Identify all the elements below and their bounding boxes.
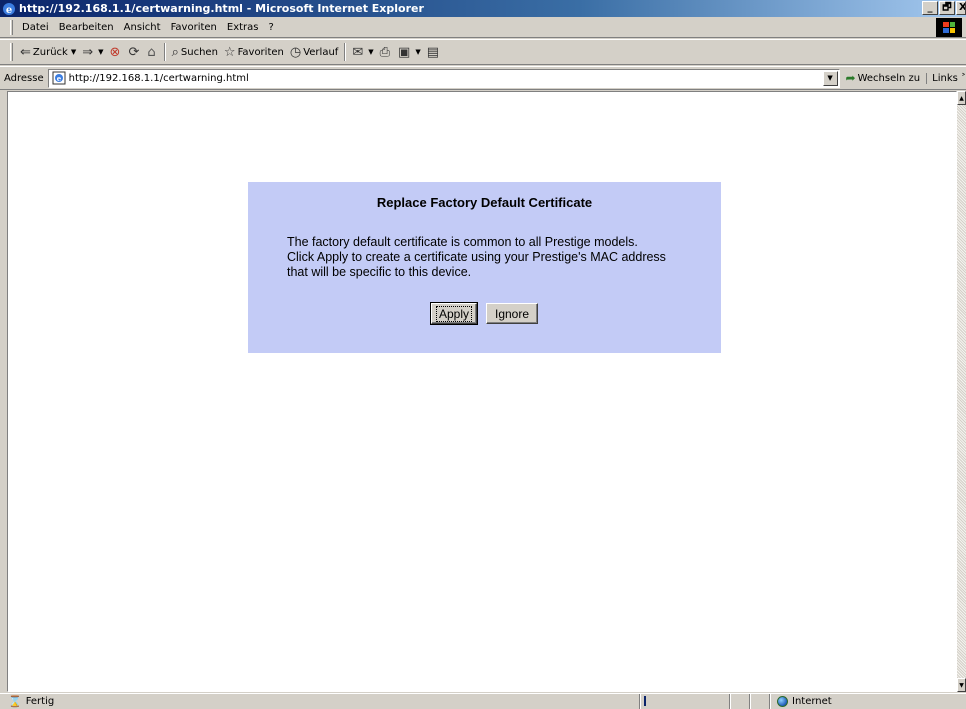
close-button[interactable]: X (956, 1, 966, 15)
address-bar: Adresse e http://192.168.1.1/certwarning… (0, 66, 966, 90)
page-viewport: Replace Factory Default Certificate The … (7, 91, 957, 692)
status-cell (730, 694, 750, 709)
mail-icon: ✉ (352, 44, 364, 60)
window-title: http://192.168.1.1/certwarning.html - Mi… (19, 2, 424, 15)
stop-icon: ⊗ (109, 44, 121, 60)
menu-bar: Datei Bearbeiten Ansicht Favoriten Extra… (0, 17, 966, 38)
favorites-label: Favoriten (237, 46, 284, 58)
status-message: ⌛ Fertig (0, 694, 640, 709)
back-dropdown-icon[interactable]: ▼ (71, 48, 76, 56)
address-dropdown-icon[interactable]: ▼ (822, 70, 838, 86)
menu-datei[interactable]: Datei (17, 22, 54, 33)
home-button[interactable]: ⌂ (144, 42, 160, 62)
back-label: Zurück (32, 46, 68, 58)
back-arrow-icon: ⇐ (20, 44, 31, 60)
ignore-button[interactable]: Ignore (486, 303, 538, 324)
standard-toolbar: ⇐ Zurück ▼ ⇒ ▼ ⊗ ⟳ ⌂ ⌕ Suchen ☆ Favorite… (0, 39, 966, 65)
forward-arrow-icon: ⇒ (82, 44, 94, 60)
history-icon: ◷ (289, 44, 302, 60)
globe-icon (777, 696, 788, 707)
message-line: that will be specific to this device. (287, 265, 472, 279)
favorites-button[interactable]: ☆ Favoriten (221, 42, 287, 62)
minimize-button[interactable]: _ (922, 1, 938, 15)
menu-ansicht[interactable]: Ansicht (119, 22, 166, 33)
toolbar-separator (163, 43, 166, 61)
links-button[interactable]: Links ˃ (926, 72, 966, 84)
status-bar: ⌛ Fertig Internet (0, 693, 966, 709)
mail-dropdown-icon[interactable]: ▼ (368, 48, 373, 56)
message-line: The factory default certificate is commo… (287, 235, 638, 249)
go-label: Wechseln zu (857, 72, 921, 84)
go-arrow-icon: ➦ (845, 71, 856, 85)
svg-text:e: e (6, 5, 12, 16)
svg-text:e: e (56, 74, 61, 83)
stop-button[interactable]: ⊗ (107, 42, 126, 62)
forward-button[interactable]: ⇒ ▼ (79, 42, 106, 62)
page-icon: e (52, 71, 66, 85)
windows-logo-icon (936, 18, 962, 37)
address-label: Adresse (4, 72, 44, 84)
title-bar: e http://192.168.1.1/certwarning.html - … (0, 0, 966, 17)
ie-window: e http://192.168.1.1/certwarning.html - … (0, 0, 966, 709)
progress-cell (640, 694, 730, 709)
zone-label: Internet (792, 696, 832, 707)
refresh-button[interactable]: ⟳ (125, 42, 144, 62)
menu-bearbeiten[interactable]: Bearbeiten (54, 22, 119, 33)
menu-grip[interactable] (10, 19, 13, 35)
forward-dropdown-icon[interactable]: ▼ (98, 48, 103, 56)
apply-label: Apply (435, 305, 473, 322)
go-button[interactable]: ➦ Wechseln zu (846, 71, 921, 85)
toolbar-grip[interactable] (10, 43, 13, 61)
history-label: Verlauf (303, 46, 339, 58)
status-label: Fertig (25, 696, 55, 707)
edit-icon: ▣ (398, 44, 411, 60)
search-icon: ⌕ (171, 44, 179, 60)
maximize-button[interactable]: 🗗 (939, 1, 955, 15)
edit-dropdown-icon[interactable]: ▼ (415, 48, 420, 56)
history-button[interactable]: ◷ Verlauf (287, 42, 341, 62)
back-button[interactable]: ⇐ Zurück ▼ (17, 42, 79, 62)
menu-help[interactable]: ? (264, 22, 279, 33)
window-controls: _ 🗗 X (921, 1, 966, 15)
panel-title: Replace Factory Default Certificate (376, 195, 593, 210)
scroll-down-icon[interactable]: ▼ (957, 678, 966, 692)
address-input[interactable]: e http://192.168.1.1/certwarning.html ▼ (47, 68, 840, 88)
security-zone: Internet (770, 694, 966, 709)
hourglass-icon: ⌛ (8, 695, 22, 708)
discuss-icon: ▤ (426, 44, 439, 60)
panel-buttons: Apply Ignore (248, 302, 721, 325)
progress-indicator (644, 696, 646, 706)
menu-extras[interactable]: Extras (222, 22, 264, 33)
home-icon: ⌂ (147, 44, 156, 60)
address-url: http://192.168.1.1/certwarning.html (68, 72, 249, 84)
scroll-up-icon[interactable]: ▲ (957, 91, 966, 105)
panel-message: The factory default certificate is commo… (287, 235, 666, 280)
print-button[interactable]: ⎙ (377, 42, 395, 62)
search-label: Suchen (180, 46, 218, 58)
edit-button[interactable]: ▣ ▼ (395, 42, 424, 62)
message-line: Click Apply to create a certificate usin… (287, 250, 666, 264)
search-button[interactable]: ⌕ Suchen (169, 42, 221, 62)
apply-button[interactable]: Apply (430, 302, 478, 325)
menu-favoriten[interactable]: Favoriten (166, 22, 222, 33)
toolbar-separator (344, 43, 347, 61)
mail-button[interactable]: ✉ ▼ (349, 42, 376, 62)
certificate-warning-panel: Replace Factory Default Certificate The … (248, 182, 721, 353)
favorites-icon: ☆ (223, 44, 236, 60)
refresh-icon: ⟳ (128, 44, 140, 60)
status-cell (750, 694, 770, 709)
vertical-scrollbar[interactable]: ▲ ▼ (957, 91, 966, 692)
discuss-button[interactable]: ▤ (424, 42, 444, 62)
ie-icon: e (2, 2, 16, 16)
print-icon: ⎙ (379, 44, 391, 60)
